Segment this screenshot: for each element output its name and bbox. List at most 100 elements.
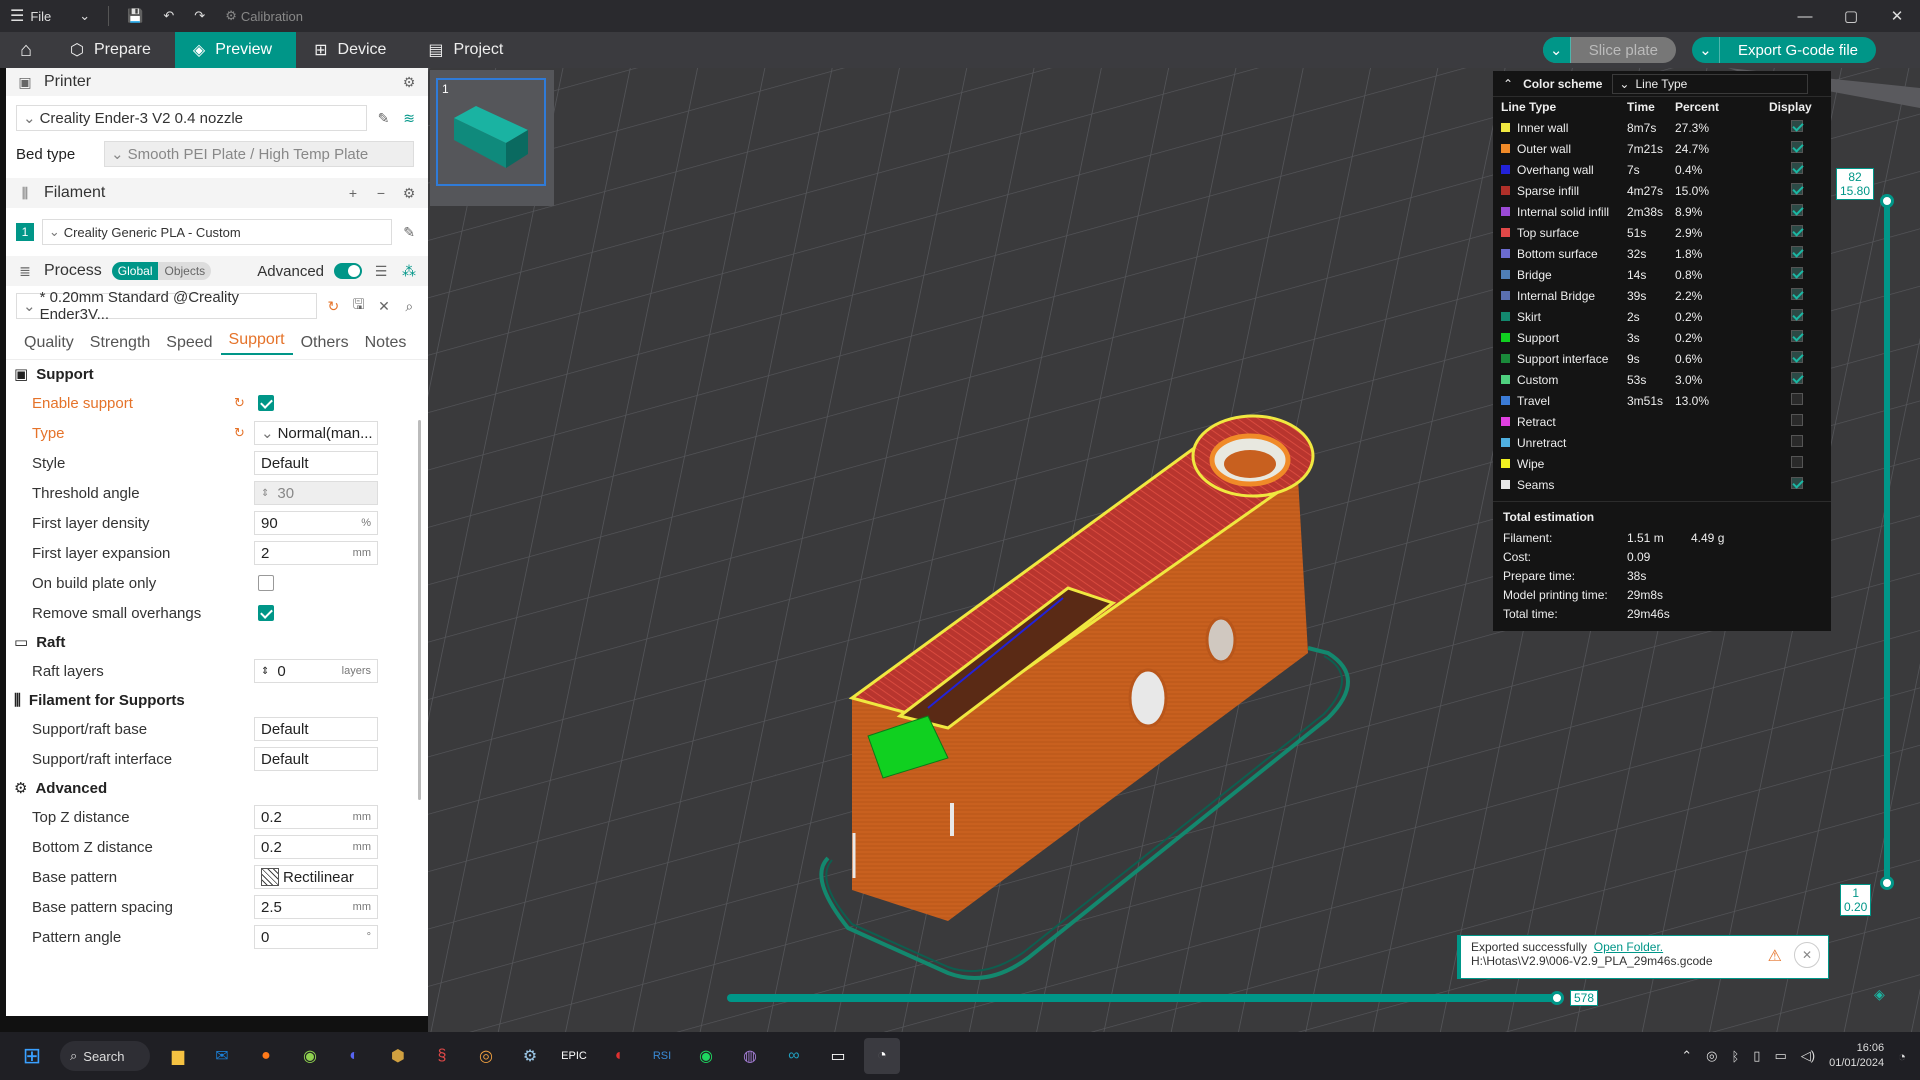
printer-select[interactable]: ⌄ Creality Ender-3 V2 0.4 nozzle: [16, 105, 367, 131]
calibration-menu[interactable]: ⚙ Calibration: [215, 0, 313, 32]
display-checkbox[interactable]: [1791, 309, 1803, 321]
chevron-down-icon[interactable]: ⌄: [1542, 37, 1571, 63]
layers-icon[interactable]: ◈: [1874, 986, 1885, 1003]
display-checkbox[interactable]: [1791, 477, 1803, 489]
app-icon[interactable]: ∞: [776, 1038, 812, 1074]
type-select[interactable]: ⌄ Normal(man...: [254, 421, 378, 445]
warning-icon[interactable]: ⚠: [1768, 946, 1782, 966]
bottom-z-input[interactable]: 0.2 mm: [254, 835, 378, 859]
display-checkbox[interactable]: [1791, 225, 1803, 237]
maximize-icon[interactable]: ▢: [1828, 0, 1874, 32]
enable-support-checkbox[interactable]: [258, 395, 274, 411]
move-slider[interactable]: [727, 994, 1561, 1002]
reset-icon[interactable]: ↻: [325, 297, 342, 315]
outlook-icon[interactable]: ✉: [204, 1038, 240, 1074]
search-button[interactable]: ⌕ Search: [60, 1041, 150, 1071]
steam-icon[interactable]: ⚙: [512, 1038, 548, 1074]
gear-icon[interactable]: ⚙: [400, 184, 418, 202]
chevron-up-icon[interactable]: ⌃: [1503, 77, 1513, 91]
compare-icon[interactable]: ⁂: [400, 262, 418, 280]
global-objects-switch[interactable]: Global Objects: [111, 262, 212, 280]
cube-app-icon[interactable]: ⬢: [380, 1038, 416, 1074]
display-checkbox[interactable]: [1791, 162, 1803, 174]
layer-slider[interactable]: [1884, 200, 1890, 884]
remove-icon[interactable]: −: [372, 184, 390, 202]
display-checkbox[interactable]: [1791, 330, 1803, 342]
bluetooth-icon[interactable]: ᛒ: [1731, 1049, 1739, 1064]
display-checkbox[interactable]: [1791, 183, 1803, 195]
raft-layers-input[interactable]: ⇕ 0 layers: [254, 659, 378, 683]
style-select[interactable]: Default: [254, 451, 378, 475]
open-folder-link[interactable]: Open Folder.: [1594, 940, 1663, 954]
filament-slot-badge[interactable]: 1: [16, 223, 34, 241]
remove-small-overhangs-checkbox[interactable]: [258, 605, 274, 621]
windows-start-icon[interactable]: ⊞: [14, 1038, 50, 1074]
support-interface-select[interactable]: Default: [254, 747, 378, 771]
stepper-icon[interactable]: ⇕: [261, 488, 269, 499]
display-checkbox[interactable]: [1791, 435, 1803, 447]
app-icon[interactable]: §: [424, 1038, 460, 1074]
export-gcode-button[interactable]: ⌄ Export G-code file: [1691, 37, 1876, 63]
app-icon[interactable]: ◉: [292, 1038, 328, 1074]
bottom-layer-handle[interactable]: [1880, 876, 1894, 890]
tab-speed[interactable]: Speed: [158, 334, 220, 352]
bed-type-select[interactable]: ⌄ Smooth PEI Plate / High Temp Plate: [104, 141, 414, 167]
display-checkbox[interactable]: [1791, 456, 1803, 468]
display-checkbox[interactable]: [1791, 414, 1803, 426]
save-icon[interactable]: 🖫: [350, 296, 367, 315]
tab-support[interactable]: Support: [220, 331, 293, 355]
first-layer-expansion-input[interactable]: 2 mm: [254, 541, 378, 565]
display-checkbox[interactable]: [1791, 246, 1803, 258]
add-icon[interactable]: +: [344, 184, 362, 202]
pattern-angle-input[interactable]: 0 °: [254, 925, 378, 949]
display-checkbox[interactable]: [1791, 372, 1803, 384]
clock[interactable]: 16:06 01/01/2024: [1829, 1041, 1884, 1071]
display-checkbox[interactable]: [1791, 288, 1803, 300]
reset-icon[interactable]: ↻: [234, 395, 245, 411]
plate-thumbnail[interactable]: 1: [430, 70, 554, 206]
search-icon[interactable]: ⌕: [401, 297, 418, 315]
tab-others[interactable]: Others: [293, 334, 357, 352]
top-z-input[interactable]: 0.2 mm: [254, 805, 378, 829]
minimize-icon[interactable]: —: [1782, 0, 1828, 32]
first-layer-density-input[interactable]: 90%: [254, 511, 378, 535]
top-layer-handle[interactable]: [1880, 194, 1894, 208]
display-checkbox[interactable]: [1791, 267, 1803, 279]
epic-games-icon[interactable]: EPIC: [556, 1038, 592, 1074]
network-icon[interactable]: ◎: [1706, 1048, 1717, 1064]
bottom-layer-label[interactable]: 1 0.20: [1840, 884, 1872, 916]
home-button[interactable]: ⌂: [0, 32, 52, 68]
wifi-icon[interactable]: ≋: [400, 109, 418, 127]
threshold-angle-input[interactable]: ⇕ 30: [254, 481, 378, 505]
display-checkbox[interactable]: [1791, 393, 1803, 405]
slice-plate-button[interactable]: ⌄ Slice plate: [1542, 37, 1676, 63]
edit-icon[interactable]: ✎: [400, 223, 418, 241]
firefox-icon[interactable]: ●: [248, 1038, 284, 1074]
tab-notes[interactable]: Notes: [357, 334, 415, 352]
battery-icon[interactable]: ▯: [1753, 1048, 1760, 1064]
support-base-select[interactable]: Default: [254, 717, 378, 741]
tab-quality[interactable]: Quality: [16, 334, 82, 352]
filament-select[interactable]: ⌄ Creality Generic PLA - Custom: [41, 219, 393, 245]
top-layer-label[interactable]: 82 15.80: [1836, 168, 1875, 200]
base-pattern-select[interactable]: Rectilinear: [254, 865, 378, 889]
on-build-plate-checkbox[interactable]: [258, 575, 274, 591]
undo-icon[interactable]: ↶: [153, 0, 184, 32]
close-icon[interactable]: ✕: [1874, 0, 1920, 32]
thumbnail-selection[interactable]: 1: [436, 78, 546, 186]
reset-icon[interactable]: ↻: [234, 425, 245, 441]
app-icon[interactable]: ◎: [468, 1038, 504, 1074]
panel-scrollbar[interactable]: [418, 420, 421, 800]
chevron-down-icon[interactable]: ⌄: [1692, 37, 1720, 63]
tab-project[interactable]: ▤ Project: [410, 32, 527, 68]
tab-prepare[interactable]: ⬡ Prepare: [52, 32, 175, 68]
edit-icon[interactable]: ✎: [375, 109, 393, 127]
base-spacing-input[interactable]: 2.5 mm: [254, 895, 378, 919]
chevron-up-icon[interactable]: ⌃: [1681, 1048, 1692, 1064]
redo-icon[interactable]: ↷: [184, 0, 215, 32]
display-checkbox[interactable]: [1791, 120, 1803, 132]
rsi-icon[interactable]: RSI: [644, 1038, 680, 1074]
notification-icon[interactable]: ◔: [1898, 1049, 1906, 1064]
display-checkbox[interactable]: [1791, 351, 1803, 363]
display-icon[interactable]: ▭: [1774, 1048, 1786, 1064]
